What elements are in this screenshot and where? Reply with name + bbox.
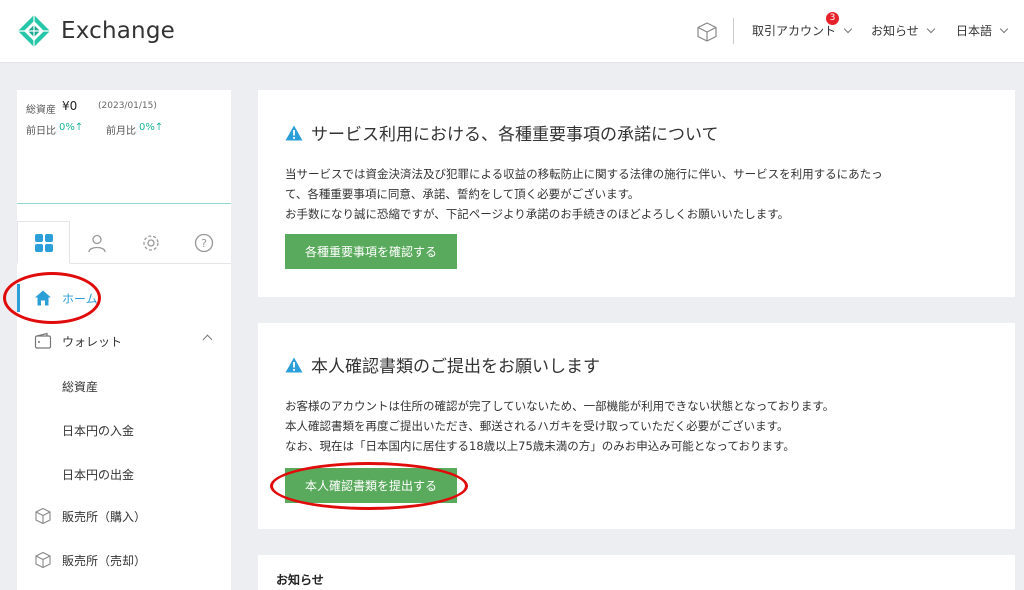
- terms-card-body: 当サービスでは資金決済法及び犯罪による収益の移転防止に関する法律の施行に伴い、サ…: [285, 164, 883, 224]
- warning-icon: [285, 357, 303, 372]
- sidebar-item-home[interactable]: ホーム: [17, 278, 231, 318]
- card-title-text: サービス利用における、各種重要事項の承諾について: [311, 125, 719, 145]
- notices-card: お知らせ: [258, 555, 1015, 590]
- total-assets-label: 総資産: [26, 105, 56, 116]
- prev-month-label: 前月比: [106, 126, 136, 137]
- summary-date: (2023/01/15): [98, 101, 157, 111]
- user-icon: [87, 234, 106, 252]
- account-menu[interactable]: 取引アカウント: [752, 22, 853, 39]
- warning-icon: [285, 125, 303, 140]
- identity-card-body: お客様のアカウントは住所の確認が完了していないため、一部機能が利用できない状態と…: [285, 396, 834, 456]
- notification-badge: 3: [826, 12, 839, 25]
- body-line: なお、現在は「日本国内に居住する18歳以上75歳未満の方」のみお申込み可能となっ…: [285, 439, 795, 453]
- dashboard-grid-icon: [34, 233, 53, 252]
- submit-id-documents-button[interactable]: 本人確認書類を提出する: [285, 468, 457, 503]
- chevron-down-icon: [999, 24, 1009, 33]
- summary-divider: [17, 203, 231, 204]
- body-line: お手数になり誠に恐縮ですが、下記ページより承諾のお手続きのほどよろしくお願いいた…: [285, 207, 790, 221]
- notices-menu[interactable]: お知らせ: [871, 22, 936, 39]
- language-menu-label: 日本語: [956, 24, 993, 38]
- body-line: 本人確認書類を再度ご提出いただき、郵送されるハガキを受け取っていただく必要がござ…: [285, 419, 789, 433]
- total-assets-value: ¥0: [62, 99, 78, 113]
- home-icon: [35, 290, 51, 306]
- brand-name[interactable]: Exchange: [61, 18, 175, 44]
- sidebar-item-jpy-withdrawal[interactable]: 日本円の出金: [62, 466, 134, 483]
- diamond-logo-icon[interactable]: [17, 14, 51, 48]
- tab-settings[interactable]: [124, 221, 177, 264]
- sidebar-item-jpy-deposit[interactable]: 日本円の入金: [62, 422, 134, 439]
- header-divider: [733, 18, 734, 44]
- notices-title: お知らせ: [276, 573, 324, 587]
- sidebar-item-label: ウォレット: [62, 334, 123, 349]
- wallet-icon: [34, 332, 52, 349]
- language-menu[interactable]: 日本語: [956, 22, 1009, 39]
- cube-icon: [35, 551, 51, 569]
- identity-card-title: 本人確認書類のご提出をお願いします: [285, 352, 600, 377]
- help-icon: ?: [194, 233, 213, 252]
- sidebar-item-wallet[interactable]: ウォレット: [17, 321, 231, 361]
- tab-help[interactable]: ?: [177, 221, 230, 264]
- confirm-terms-button[interactable]: 各種重要事項を確認する: [285, 234, 457, 269]
- sidebar-item-label: ホーム: [62, 291, 98, 306]
- top-header: Exchange 取引アカウント 3 お知らせ 日本語: [0, 0, 1024, 63]
- sidebar-item-total-assets[interactable]: 総資産: [62, 378, 98, 395]
- body-line: て、各種重要事項に同意、承諾、誓約をして頂く必要がございます。: [285, 187, 640, 201]
- card-title-text: 本人確認書類のご提出をお願いします: [311, 357, 600, 377]
- sidebar-item-buy[interactable]: 販売所（購入）: [17, 496, 231, 536]
- chevron-down-icon: [926, 24, 936, 33]
- cube-icon[interactable]: [696, 21, 718, 43]
- svg-text:?: ?: [201, 237, 207, 250]
- terms-card-title: サービス利用における、各種重要事項の承諾について: [285, 120, 719, 145]
- cube-icon: [35, 507, 51, 525]
- sidebar-item-label: 販売所（売却）: [62, 553, 147, 568]
- identity-card: 本人確認書類のご提出をお願いします お客様のアカウントは住所の確認が完了していな…: [258, 323, 1015, 529]
- tab-profile[interactable]: [70, 221, 123, 264]
- prev-day-label: 前日比: [26, 126, 56, 137]
- body-line: 当サービスでは資金決済法及び犯罪による収益の移転防止に関する法律の施行に伴い、サ…: [285, 167, 883, 181]
- prev-month-value: 0%↑: [139, 122, 164, 133]
- notices-menu-label: お知らせ: [871, 24, 919, 38]
- account-menu-label: 取引アカウント: [752, 24, 837, 38]
- tab-dashboard[interactable]: [17, 221, 70, 264]
- body-line: お客様のアカウントは住所の確認が完了していないため、一部機能が利用できない状態と…: [285, 399, 835, 413]
- gear-icon: [142, 234, 159, 251]
- sidebar-item-sell[interactable]: 販売所（売却）: [17, 540, 231, 580]
- sidebar-item-label: 販売所（購入）: [62, 509, 147, 524]
- chevron-down-icon: [843, 24, 853, 33]
- terms-card: サービス利用における、各種重要事項の承諾について 当サービスでは資金決済法及び犯…: [258, 90, 1015, 297]
- prev-day-value: 0%↑: [59, 122, 84, 133]
